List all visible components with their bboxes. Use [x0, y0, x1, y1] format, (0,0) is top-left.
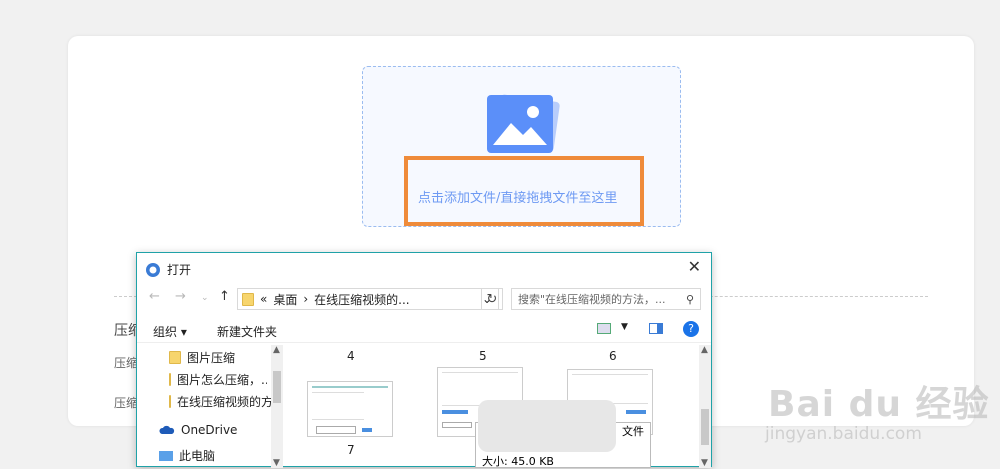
- refresh-button[interactable]: ↻: [481, 288, 503, 310]
- tree-scrollbar[interactable]: ▲ ▼: [271, 345, 283, 468]
- tree-item-label: 图片怎么压缩，...: [177, 373, 267, 387]
- search-icon[interactable]: ⚲: [686, 293, 694, 306]
- close-button[interactable]: ✕: [688, 257, 701, 276]
- redaction-blur: [478, 400, 616, 452]
- back-arrow-icon[interactable]: ←: [149, 289, 160, 304]
- breadcrumb-overflow[interactable]: «: [260, 292, 267, 306]
- scroll-thumb[interactable]: [701, 409, 709, 445]
- watermark-brand: Bai du 经验: [768, 384, 990, 425]
- scroll-down-icon[interactable]: ▼: [273, 458, 280, 468]
- breadcrumb-desktop[interactable]: 桌面: [273, 291, 297, 308]
- app-icon: [146, 262, 160, 277]
- option-label: 压缩: [114, 396, 139, 410]
- tree-item-onedrive[interactable]: OneDrive: [159, 423, 237, 437]
- computer-icon: [159, 450, 173, 461]
- files-scrollbar[interactable]: ▲ ▼: [699, 345, 711, 468]
- tooltip-size: 大小: 45.0 KB: [482, 455, 554, 468]
- tree-item-folder[interactable]: 图片压缩: [169, 349, 235, 366]
- file-name[interactable]: 6: [609, 349, 617, 363]
- tooltip-text: 文件: [622, 425, 644, 438]
- breadcrumb-current-folder[interactable]: 在线压缩视频的...: [314, 291, 409, 308]
- folder-icon: [169, 373, 171, 386]
- address-bar[interactable]: « 桌面 › 在线压缩视频的... ⌄: [237, 288, 499, 310]
- tree-item-label: OneDrive: [181, 423, 238, 437]
- folder-icon: [242, 292, 254, 306]
- option-label: 压缩: [114, 356, 139, 370]
- new-folder-button[interactable]: 新建文件夹: [217, 323, 277, 340]
- view-chevron-icon[interactable]: ▼: [621, 322, 628, 332]
- dialog-title-bar: 打开: [145, 261, 191, 278]
- folder-icon: [169, 395, 171, 408]
- scroll-thumb[interactable]: [273, 371, 281, 403]
- tree-item-label: 图片压缩: [187, 351, 236, 365]
- forward-arrow-icon[interactable]: →: [175, 289, 186, 304]
- dialog-title: 打开: [167, 263, 192, 277]
- cloud-icon: [159, 425, 175, 434]
- highlight-box: [404, 156, 644, 226]
- up-arrow-icon[interactable]: ↑: [219, 289, 230, 304]
- tree-item-label: 此电脑: [179, 449, 216, 463]
- tree-item-folder[interactable]: 在线压缩视频的方: [169, 393, 271, 410]
- tree-item-label: 在线压缩视频的方: [177, 395, 271, 409]
- watermark-url: jingyan.baidu.com: [765, 424, 922, 444]
- image-icon: [487, 95, 553, 153]
- scroll-down-icon[interactable]: ▼: [701, 458, 708, 468]
- file-thumbnail[interactable]: [307, 381, 393, 437]
- scroll-up-icon[interactable]: ▲: [273, 345, 280, 355]
- scroll-up-icon[interactable]: ▲: [701, 345, 708, 355]
- tree-item-folder[interactable]: 图片怎么压缩，...: [169, 371, 267, 388]
- preview-pane-icon[interactable]: [649, 323, 663, 334]
- navigation-pane: 图片压缩 图片怎么压缩，... 在线压缩视频的方 OneDrive 此电脑 ▲ …: [137, 345, 283, 468]
- folder-icon: [169, 351, 181, 364]
- recent-chevron-icon[interactable]: ⌄: [201, 293, 209, 303]
- navigation-bar: ← → ⌄ ↑ « 桌面 › 在线压缩视频的... ⌄ ↻ 搜索"在线压缩视频的…: [137, 286, 711, 312]
- help-icon[interactable]: ?: [683, 321, 699, 337]
- organize-button[interactable]: 组织 ▾: [153, 323, 187, 340]
- file-name[interactable]: 7: [347, 443, 355, 457]
- breadcrumb-separator: ›: [303, 292, 309, 306]
- file-name[interactable]: 5: [479, 349, 487, 363]
- dialog-toolbar: 组织 ▾ 新建文件夹 ▼ ?: [137, 319, 711, 343]
- search-input[interactable]: 搜索"在线压缩视频的方法，... ⚲: [511, 288, 701, 310]
- file-name[interactable]: 4: [347, 349, 355, 363]
- tree-item-this-pc[interactable]: 此电脑: [159, 447, 215, 464]
- view-options-icon[interactable]: [597, 323, 611, 334]
- search-placeholder: 搜索"在线压缩视频的方法，...: [518, 293, 666, 306]
